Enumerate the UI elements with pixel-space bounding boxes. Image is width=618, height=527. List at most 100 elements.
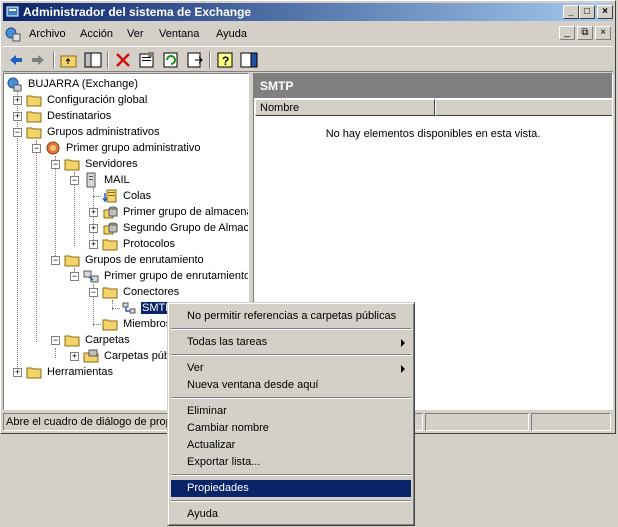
collapse-minus-icon[interactable]: −: [51, 336, 60, 345]
tree-node-configuracion-global[interactable]: + Configuración global: [4, 92, 244, 108]
back-icon[interactable]: [6, 50, 26, 70]
mdi-minimize-button[interactable]: _: [559, 26, 575, 40]
column-header-nombre[interactable]: Nombre: [255, 99, 435, 116]
folder-icon: [26, 111, 42, 123]
ctx-eliminar[interactable]: Eliminar: [171, 403, 411, 420]
menu-archivo[interactable]: Archivo: [29, 28, 66, 40]
column-header-empty[interactable]: [435, 99, 612, 116]
tree-node-destinatarios[interactable]: + Destinatarios: [4, 108, 244, 124]
context-menu: No permitir referencias a carpetas públi…: [167, 302, 415, 526]
tree-label: Carpetas públ: [104, 350, 173, 362]
tree-node-grupos-enrutamiento[interactable]: − Grupos de enrutamiento: [4, 252, 244, 268]
ctx-nueva-ventana[interactable]: Nueva ventana desde aquí: [171, 377, 411, 394]
delete-icon[interactable]: [113, 50, 133, 70]
storage-group-icon: [103, 222, 118, 235]
export-list-icon[interactable]: [185, 50, 205, 70]
menu-accion[interactable]: Acción: [80, 28, 113, 40]
menu-bar: Archivo Acción Ver Ventana Ayuda _ ⧉ ×: [3, 23, 613, 45]
close-button[interactable]: ×: [597, 5, 613, 19]
expand-plus-icon[interactable]: +: [13, 368, 22, 377]
forward-icon[interactable]: [28, 50, 48, 70]
server-icon: [86, 172, 96, 188]
ctx-todas-las-tareas[interactable]: Todas las tareas: [171, 334, 411, 351]
ctx-no-permitir-referencias[interactable]: No permitir referencias a carpetas públi…: [171, 308, 411, 325]
collapse-minus-icon[interactable]: −: [32, 144, 41, 153]
svg-text:?: ?: [222, 54, 229, 68]
tree-label: Configuración global: [47, 94, 148, 106]
tree-label: Protocolos: [123, 238, 175, 250]
refresh-icon[interactable]: [161, 50, 181, 70]
folder-open-icon: [26, 127, 42, 139]
ctx-actualizar[interactable]: Actualizar: [171, 437, 411, 454]
ctx-propiedades[interactable]: Propiedades: [171, 480, 411, 497]
show-hide-action-pane-icon[interactable]: [239, 50, 259, 70]
ctx-separator: [171, 354, 411, 356]
tree-label: Colas: [123, 190, 152, 202]
expand-plus-icon[interactable]: +: [13, 112, 22, 121]
folder-open-icon: [64, 255, 80, 267]
tree-node-conectores[interactable]: − Conectores: [4, 284, 244, 300]
tree-label: BUJARRA (Exchange): [28, 78, 139, 90]
title-bar[interactable]: Administrador del sistema de Exchange _ …: [3, 3, 613, 21]
expand-plus-icon[interactable]: +: [89, 240, 98, 249]
admin-group-icon: [46, 141, 60, 155]
up-folder-icon[interactable]: [59, 50, 79, 70]
ctx-exportar-lista[interactable]: Exportar lista...: [171, 454, 411, 471]
collapse-minus-icon[interactable]: −: [51, 160, 60, 169]
mdi-close-button[interactable]: ×: [595, 26, 611, 40]
tree-node-primer-grupo-administrativo[interactable]: − Primer grupo administrativo: [4, 140, 244, 156]
expand-plus-icon[interactable]: +: [13, 96, 22, 105]
collapse-minus-icon[interactable]: −: [51, 256, 60, 265]
tree-node-segundo-grupo-almacenamiento[interactable]: + Segundo Grupo de Almace: [4, 220, 248, 236]
public-folder-icon: [83, 349, 99, 363]
tree-node-colas[interactable]: Colas: [4, 188, 244, 204]
ctx-label: Eliminar: [187, 405, 227, 417]
menu-ver[interactable]: Ver: [127, 28, 144, 40]
tree-label: Conectores: [123, 286, 180, 298]
details-title: SMTP: [260, 79, 294, 93]
status-panel: [425, 413, 529, 431]
tree-node-primer-grupo-enrutamiento[interactable]: − Primer grupo de enrutamiento: [4, 268, 248, 284]
status-text: Abre el cuadro de diálogo de propi: [6, 416, 175, 428]
ctx-separator: [171, 328, 411, 330]
toolbar-separator: [107, 51, 109, 69]
expand-plus-icon[interactable]: +: [89, 224, 98, 233]
collapse-minus-icon[interactable]: −: [70, 176, 79, 185]
folder-icon: [102, 319, 118, 331]
expand-plus-icon[interactable]: +: [70, 352, 79, 361]
mdi-restore-button[interactable]: ⧉: [577, 26, 593, 40]
window-title: Administrador del sistema de Exchange: [23, 5, 252, 19]
tree-label: Destinatarios: [47, 110, 112, 122]
ctx-ayuda[interactable]: Ayuda: [171, 506, 411, 523]
collapse-minus-icon[interactable]: −: [89, 288, 98, 297]
tree-node-root[interactable]: BUJARRA (Exchange): [6, 76, 246, 92]
tree-node-protocolos[interactable]: + Protocolos: [4, 236, 244, 252]
minimize-button[interactable]: _: [563, 5, 579, 19]
menu-ayuda[interactable]: Ayuda: [216, 28, 247, 40]
show-hide-tree-icon[interactable]: [83, 50, 103, 70]
ctx-label: Cambiar nombre: [187, 422, 269, 434]
tree-label: Miembros: [123, 318, 172, 330]
tree-label: Grupos administrativos: [47, 126, 160, 138]
properties-icon[interactable]: [137, 50, 157, 70]
tree-node-primer-grupo-almacenamiento[interactable]: + Primer grupo de almacena: [4, 204, 248, 220]
console-icon[interactable]: [5, 26, 21, 42]
collapse-minus-icon[interactable]: −: [70, 272, 79, 281]
submenu-arrow-icon: [401, 339, 405, 347]
routing-group-icon: [83, 270, 99, 283]
status-panel: [531, 413, 611, 431]
tree-node-mail[interactable]: − MAIL: [4, 172, 244, 188]
tree-node-servidores[interactable]: − Servidores: [4, 156, 244, 172]
collapse-minus-icon[interactable]: −: [13, 128, 22, 137]
tree-label: Primer grupo administrativo: [66, 142, 201, 154]
ctx-ver[interactable]: Ver: [171, 360, 411, 377]
ctx-cambiar-nombre[interactable]: Cambiar nombre: [171, 420, 411, 437]
help-icon[interactable]: ?: [215, 50, 235, 70]
tree-label: Primer grupo de almacena: [123, 206, 249, 218]
folder-icon: [26, 367, 42, 379]
menu-ventana[interactable]: Ventana: [159, 28, 199, 40]
toolbar-separator: [209, 51, 211, 69]
expand-plus-icon[interactable]: +: [89, 208, 98, 217]
maximize-button[interactable]: □: [579, 5, 595, 19]
tree-node-grupos-administrativos[interactable]: − Grupos administrativos: [4, 124, 244, 140]
